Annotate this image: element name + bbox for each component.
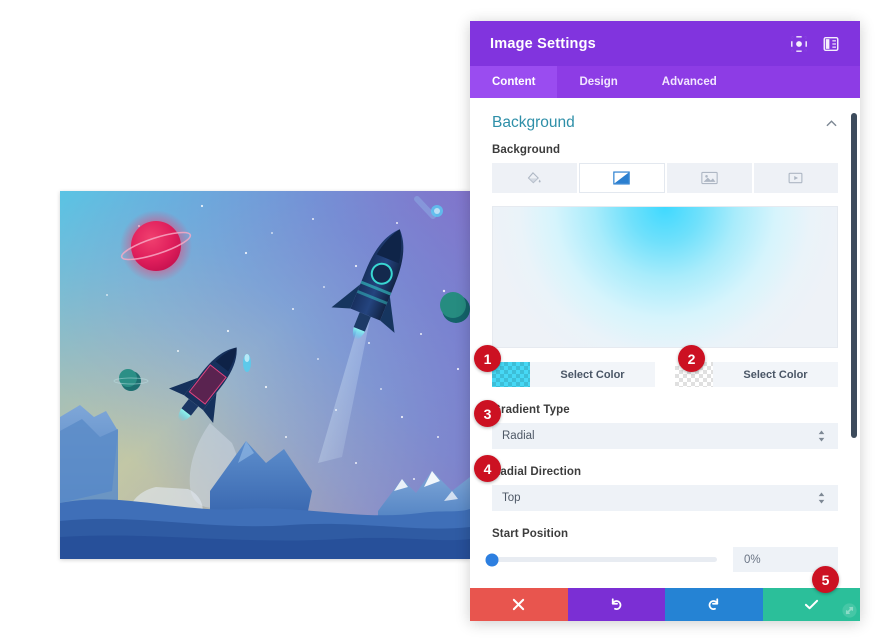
redo-button[interactable] <box>665 588 763 621</box>
callout-badge-5: 5 <box>812 566 839 593</box>
radial-direction-select-wrap: Top <box>492 485 838 511</box>
space-illustration <box>60 191 470 559</box>
start-position-row: 0% <box>470 547 860 572</box>
callout-badge-3: 3 <box>474 400 501 427</box>
background-image-icon <box>701 171 718 185</box>
background-section-header[interactable]: Background <box>470 98 860 144</box>
gradient-type-select[interactable]: Radial <box>492 423 838 449</box>
background-gradient-button[interactable] <box>578 163 665 193</box>
select-stepper-icon <box>818 430 825 442</box>
chevron-up-icon[interactable] <box>825 117 838 130</box>
background-label: Background <box>492 144 561 156</box>
gradient-color-stops: Select Color Select Color <box>470 362 860 387</box>
section-title: Background <box>492 114 575 131</box>
undo-icon <box>611 598 622 610</box>
callout-badge-4: 4 <box>474 455 501 482</box>
tab-advanced[interactable]: Advanced <box>640 66 739 98</box>
tab-design[interactable]: Design <box>557 66 639 98</box>
background-image-button[interactable] <box>667 163 752 193</box>
panel-scrollbar-track[interactable] <box>850 98 858 588</box>
gradient-type-select-wrap: Radial <box>492 423 838 449</box>
select-color-button-2[interactable]: Select Color <box>713 362 838 387</box>
focus-target-icon[interactable] <box>790 35 808 53</box>
resize-handle-icon[interactable] <box>842 603 857 618</box>
image-settings-panel: Image Settings Content Design Advanced B… <box>470 21 860 621</box>
panel-title-icons <box>790 35 840 53</box>
gradient-preview[interactable] <box>492 206 838 348</box>
editor-canvas <box>0 0 470 642</box>
background-video-button[interactable] <box>753 163 838 193</box>
panel-scrollbar-thumb[interactable] <box>851 113 857 438</box>
background-color-button[interactable] <box>492 163 577 193</box>
background-type-toggle <box>470 163 860 193</box>
close-icon <box>513 598 525 611</box>
radial-direction-label: Radial Direction <box>492 466 582 478</box>
background-video-icon <box>788 172 803 184</box>
panel-action-bar <box>470 588 860 621</box>
background-gradient-icon <box>613 171 630 185</box>
panel-body: Background Background Select Color Selec… <box>470 98 860 588</box>
radial-direction-select[interactable]: Top <box>492 485 838 511</box>
layout-split-icon[interactable] <box>822 35 840 53</box>
start-position-slider[interactable] <box>485 553 717 566</box>
panel-title: Image Settings <box>490 35 596 52</box>
start-position-label: Start Position <box>492 528 569 540</box>
panel-scroll-content: Background Background Select Color Selec… <box>470 98 860 588</box>
gradient-type-label: Gradient Type <box>492 404 570 416</box>
redo-icon <box>708 598 719 610</box>
tab-content[interactable]: Content <box>470 66 558 98</box>
check-icon <box>804 599 818 610</box>
select-color-button-1[interactable]: Select Color <box>530 362 655 387</box>
callout-badge-2: 2 <box>678 345 705 372</box>
panel-tab-bar: Content Design Advanced <box>470 66 860 98</box>
image-module-preview[interactable] <box>60 191 470 559</box>
cancel-button[interactable] <box>470 588 568 621</box>
panel-title-bar: Image Settings <box>470 21 860 66</box>
callout-badge-1: 1 <box>474 345 501 372</box>
select-stepper-icon <box>818 492 825 504</box>
background-color-icon <box>527 171 541 183</box>
color-row-gap <box>655 362 675 387</box>
undo-button[interactable] <box>567 588 665 621</box>
gradient-stop-1: Select Color <box>492 362 655 387</box>
start-position-handle[interactable] <box>485 553 499 566</box>
gradient-preview-fill <box>493 207 837 347</box>
